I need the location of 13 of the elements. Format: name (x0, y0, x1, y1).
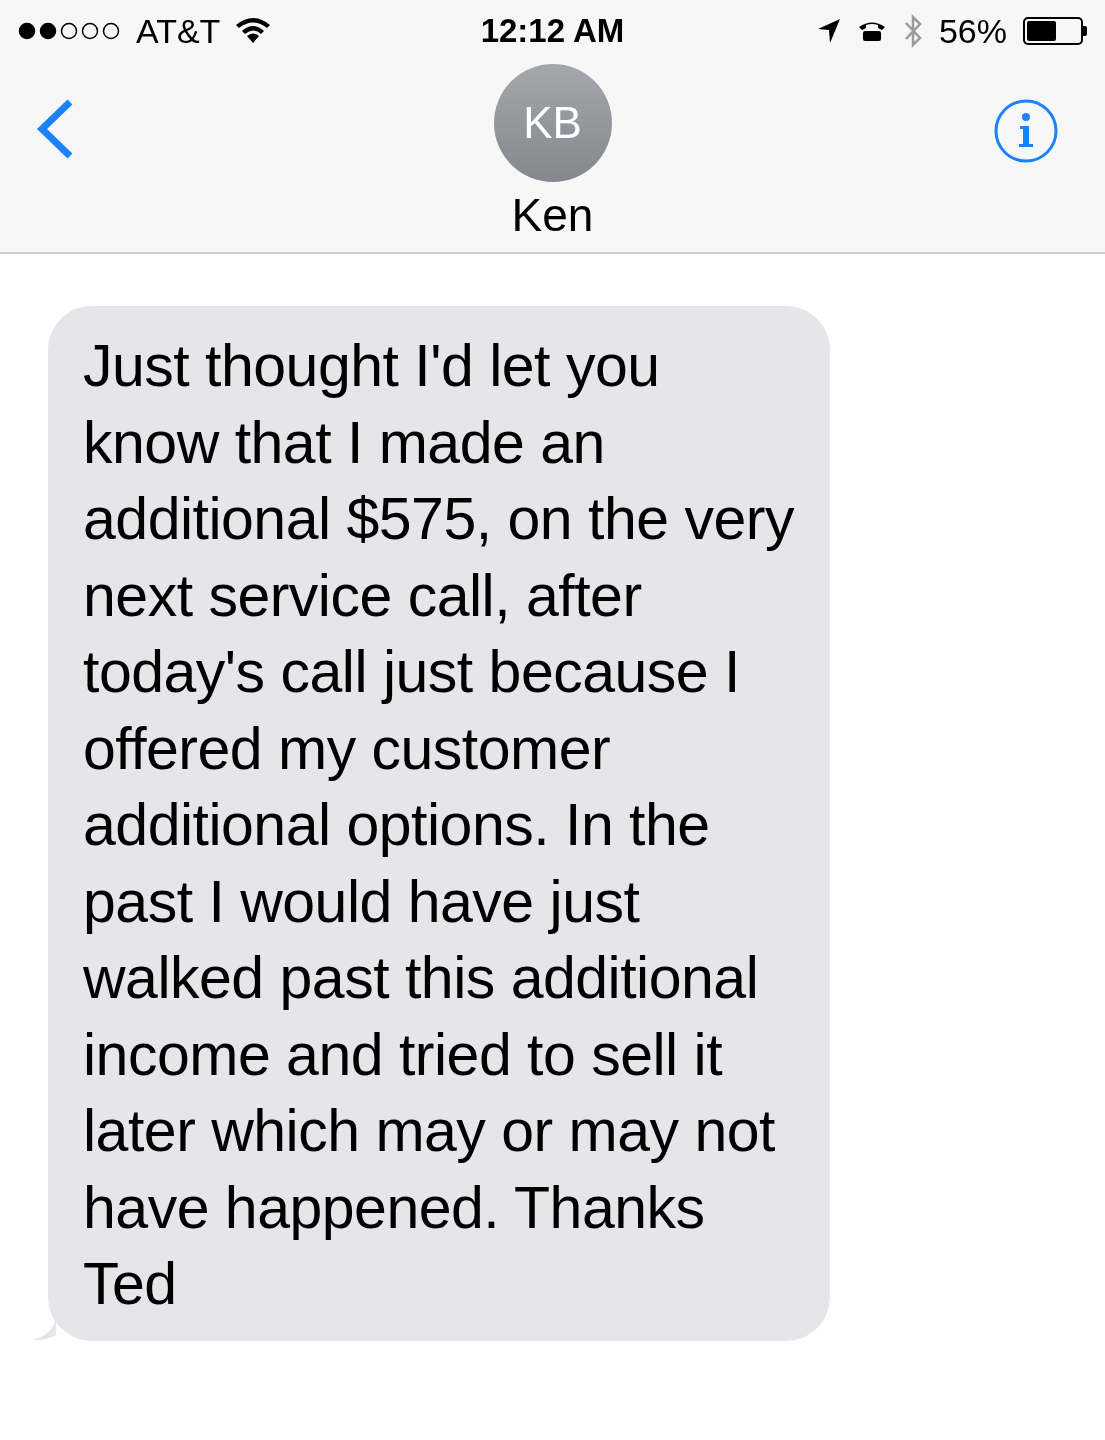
carrier-name: AT&T (136, 10, 221, 52)
message-text: Just thought I'd let you know that I made an additional $575, on the very next service call, after today's call just because I offered my customer additional options. In the past I would have just walked past this additional income and tried to sell it later which may or may not have happened. Thanks Ted (83, 332, 796, 1319)
info-button[interactable] (993, 98, 1059, 164)
contact-avatar: KB (493, 64, 612, 182)
contact-name: Ken (511, 188, 594, 243)
location-arrow-icon (816, 18, 841, 44)
battery-icon (1023, 17, 1087, 45)
signal-strength-icon (18, 22, 122, 40)
bluetooth-icon (902, 13, 923, 49)
battery-percentage: 56% (938, 10, 1007, 52)
status-time: 12:12 AM (480, 11, 625, 52)
back-button[interactable] (36, 98, 74, 160)
wifi-icon (234, 17, 273, 45)
